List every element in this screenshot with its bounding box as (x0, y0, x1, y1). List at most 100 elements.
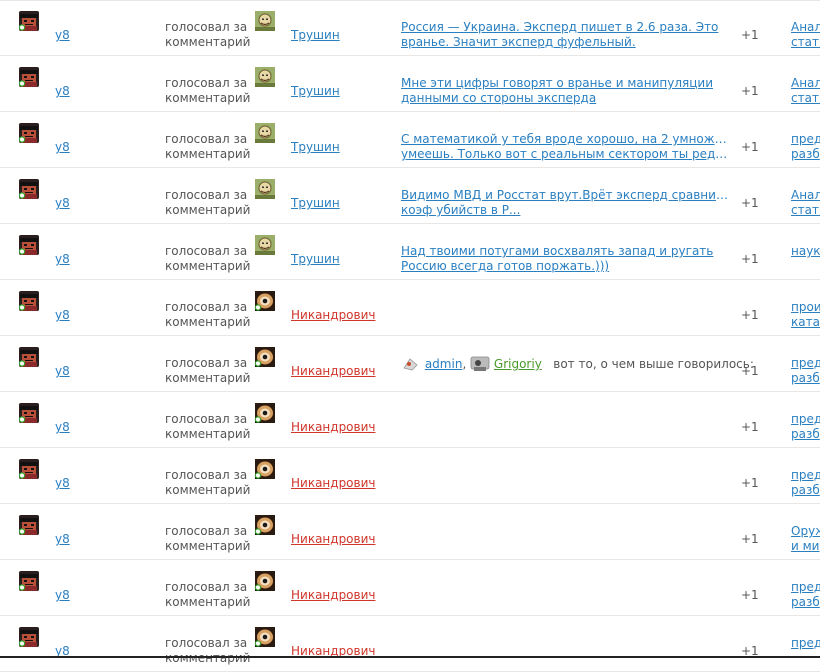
voter-avatar[interactable] (18, 67, 39, 87)
voter-link[interactable]: y8 (55, 420, 70, 434)
article-link[interactable]: Аналстать (791, 76, 820, 106)
voter-avatar[interactable] (18, 403, 39, 423)
target-avatar[interactable] (255, 235, 275, 255)
comment-link[interactable]: С математикой у тебя вроде хорошо, на 2 … (401, 132, 729, 162)
voter-avatar[interactable] (18, 291, 39, 311)
comment-line: Мне эти цифры говорят о вранье и манипул… (401, 76, 713, 90)
article-line: пред (791, 132, 820, 146)
comment-line: умеешь. Только вот с реальным сектором т… (401, 147, 729, 161)
target-avatar[interactable] (255, 11, 275, 31)
target-avatar[interactable] (254, 627, 275, 647)
article-line: Анал (791, 76, 820, 90)
article-line: наук (791, 244, 820, 258)
comment-link[interactable]: Россия — Украина. Эксперд пишет в 2.6 ра… (401, 20, 729, 50)
article-link[interactable]: пред (791, 636, 820, 651)
vote-row: y8 голосовал за комментарий Никандрович +1 п… (0, 616, 820, 672)
article-link[interactable]: пред разб (791, 132, 820, 162)
voter-avatar[interactable] (18, 627, 39, 647)
comment-line: Видимо МВД и Росстат врут.Врёт эксперд с… (401, 188, 729, 202)
vote-row: y8 голосовал за комментарий Никандрович +1 п… (0, 560, 820, 616)
vote-row: y8 голосовал за комментарий Трушин Видимо М… (0, 168, 820, 224)
voter-avatar[interactable] (18, 515, 39, 535)
article-link[interactable]: Аналстать (791, 188, 820, 218)
comment-line: данными со стороны эксперда (401, 91, 597, 105)
target-avatar[interactable] (254, 515, 275, 535)
target-avatar[interactable] (254, 291, 275, 311)
vote-score: +1 (741, 196, 759, 210)
voter-avatar[interactable] (18, 347, 39, 367)
target-avatar[interactable] (254, 459, 275, 479)
target-user-link[interactable]: Трушин (291, 252, 340, 266)
voter-link[interactable]: y8 (55, 140, 70, 154)
grigoriy-avatar-icon (470, 356, 490, 372)
vote-score: +1 (741, 140, 759, 154)
voter-link[interactable]: y8 (55, 476, 70, 490)
vote-row: y8 голосовал за комментарий Трушин С матема… (0, 112, 820, 168)
target-user-link[interactable]: Трушин (291, 84, 340, 98)
admin-avatar-icon (401, 356, 421, 372)
voter-link[interactable]: y8 (55, 364, 70, 378)
target-avatar[interactable] (254, 347, 275, 367)
vote-row: y8 голосовал за комментарий Трушин Мне эти … (0, 56, 820, 112)
target-user-link[interactable]: Никандрович (291, 420, 376, 434)
article-link[interactable]: Оружи мир (791, 524, 820, 554)
article-line: катас (791, 315, 820, 329)
comment-link[interactable]: Мне эти цифры говорят о вранье и манипул… (401, 76, 729, 106)
voter-link[interactable]: y8 (55, 84, 70, 98)
article-line: разб (791, 371, 820, 385)
article-line: прои (791, 300, 820, 314)
vote-score: +1 (741, 252, 759, 266)
voter-link[interactable]: y8 (55, 588, 70, 602)
vote-row: y8 голосовал за комментарий Трушин Над твои… (0, 224, 820, 280)
voter-link[interactable]: y8 (55, 252, 70, 266)
voter-avatar[interactable] (18, 11, 39, 31)
article-link[interactable]: пред разб (791, 580, 820, 610)
vote-row: y8 голосовал за комментарий Трушин Россия —… (0, 0, 820, 56)
target-user-link[interactable]: Никандрович (291, 308, 376, 322)
voter-avatar[interactable] (18, 235, 39, 255)
article-link[interactable]: пред разб (791, 468, 820, 498)
voter-avatar[interactable] (18, 123, 39, 143)
article-line: разб (791, 147, 820, 161)
voter-avatar[interactable] (18, 179, 39, 199)
article-link[interactable]: наук (791, 244, 820, 259)
article-link[interactable]: пред разб (791, 356, 820, 386)
target-user-link[interactable]: Трушин (291, 196, 340, 210)
vote-score: +1 (741, 532, 759, 546)
comment-link[interactable]: Над твоими потугами восхвалять запад и р… (401, 244, 729, 274)
article-line: стать (791, 91, 820, 105)
voter-avatar[interactable] (18, 459, 39, 479)
target-user-link[interactable]: Никандрович (291, 476, 376, 490)
voter-link[interactable]: y8 (55, 196, 70, 210)
comment-line: вранье. Значит эксперд фуфельный. (401, 35, 636, 49)
comment-mentions: admin, Grigoriy вот то, о чем выше говор… (401, 356, 754, 376)
target-avatar[interactable] (255, 123, 275, 143)
article-link[interactable]: проикатас (791, 300, 820, 330)
article-line: пред (791, 468, 820, 482)
target-user-link[interactable]: Никандрович (291, 532, 376, 546)
article-line: Анал (791, 20, 820, 34)
voter-link[interactable]: y8 (55, 28, 70, 42)
comment-line: коэф убийств в Р... (401, 203, 521, 217)
article-line: и мир (791, 539, 820, 553)
vote-row: y8 голосовал за комментарий Никандрович +1 О… (0, 504, 820, 560)
article-line: разб (791, 595, 820, 609)
vote-score: +1 (741, 308, 759, 322)
target-avatar[interactable] (254, 571, 275, 591)
target-user-link[interactable]: Никандрович (291, 588, 376, 602)
article-line: пред (791, 636, 820, 650)
voter-avatar[interactable] (18, 571, 39, 591)
comment-link[interactable]: Видимо МВД и Росстат врут.Врёт эксперд с… (401, 188, 729, 218)
target-user-link[interactable]: Никандрович (291, 364, 376, 378)
article-link[interactable]: Аналстать (791, 20, 820, 50)
target-avatar[interactable] (255, 67, 275, 87)
voter-link[interactable]: y8 (55, 532, 70, 546)
mention-admin-link[interactable]: admin (425, 357, 463, 371)
mention-grigoriy-link[interactable]: Grigoriy (494, 357, 542, 371)
target-user-link[interactable]: Трушин (291, 140, 340, 154)
voter-link[interactable]: y8 (55, 308, 70, 322)
target-avatar[interactable] (254, 403, 275, 423)
target-avatar[interactable] (255, 179, 275, 199)
target-user-link[interactable]: Трушин (291, 28, 340, 42)
article-link[interactable]: пред разб (791, 412, 820, 442)
